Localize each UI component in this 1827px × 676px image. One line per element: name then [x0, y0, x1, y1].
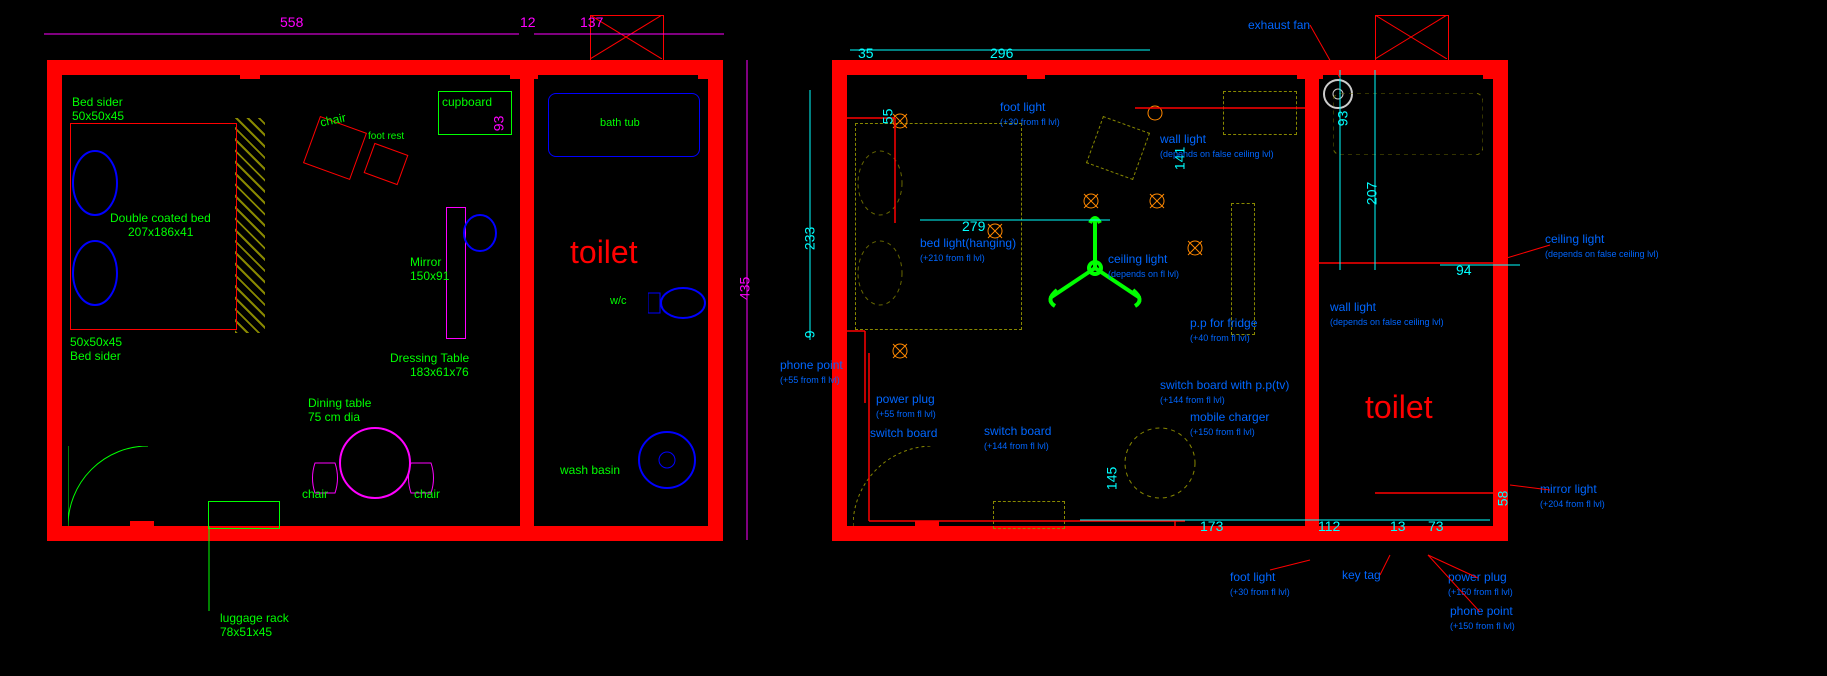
dressing-label: Dressing Table — [390, 351, 469, 365]
floorplan-left: Bed sider 50x50x45 Double coated bed 207… — [47, 60, 723, 541]
bedsider-bot-label: Bed sider — [70, 349, 121, 363]
dim-12: 12 — [520, 14, 536, 31]
bedsider-bot-dim: 50x50x45 — [70, 335, 122, 349]
bathtub-label: bath tub — [600, 117, 640, 130]
bedsider-top-dim: 50x50x45 — [72, 109, 124, 123]
luggage-dim: 78x51x45 — [220, 625, 272, 639]
bedsider-top-label: Bed sider — [72, 95, 123, 109]
dressing-dim: 183x61x76 — [410, 365, 469, 379]
chair3-label: chair — [414, 487, 440, 501]
dining-label: Dining table — [308, 396, 371, 410]
luggage-label: luggage rack — [220, 611, 289, 625]
dim-93: 93 — [490, 116, 507, 132]
mirror-dim: 150x91 — [410, 269, 449, 283]
toilet-label-left: toilet — [570, 233, 638, 271]
dim-137: 137 — [580, 14, 603, 31]
bed-dim: 207x186x41 — [128, 225, 193, 239]
wash-label: wash basin — [560, 463, 620, 477]
bed-label: Double coated bed — [110, 211, 211, 225]
dim-558: 558 — [280, 14, 303, 31]
cupboard-label: cupboard — [442, 95, 492, 109]
footrest-label: foot rest — [368, 131, 404, 143]
wc-label: w/c — [610, 295, 627, 308]
dining-dim: 75 cm dia — [308, 410, 360, 424]
chair2-label: chair — [302, 487, 328, 501]
mirror-label: Mirror — [410, 255, 441, 269]
